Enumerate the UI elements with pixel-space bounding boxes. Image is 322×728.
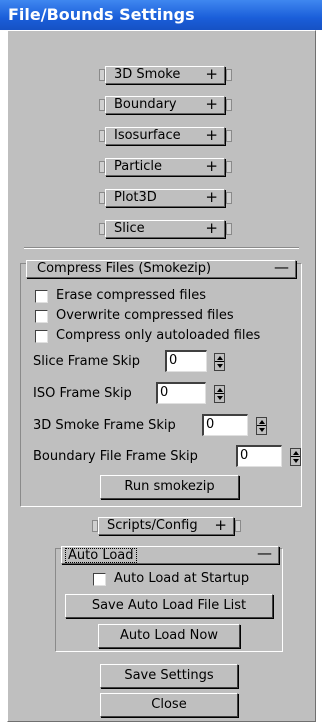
plus-icon: +: [205, 157, 218, 175]
compress-autoloaded-label: Compress only autoloaded files: [56, 328, 261, 343]
rollout-label: Slice: [114, 221, 145, 236]
window-title: File/Bounds Settings: [8, 5, 195, 24]
autoload-header[interactable]: Auto Load —: [61, 544, 279, 564]
plus-icon: +: [205, 188, 218, 206]
compress-header[interactable]: Compress Files (Smokezip) —: [26, 258, 296, 278]
autoload-now-button[interactable]: Auto Load Now: [98, 624, 240, 648]
rollout-boundary[interactable]: Boundary +: [105, 96, 225, 114]
save-settings-button[interactable]: Save Settings: [100, 664, 238, 688]
rollout-label: Boundary: [114, 97, 177, 112]
rollout-label: Plot3D: [114, 190, 157, 205]
plus-icon: +: [205, 219, 218, 237]
settings-panel: 3D Smoke + Boundary + Isosurface + Parti…: [7, 30, 316, 722]
iso-frame-skip-label: ISO Frame Skip: [33, 386, 132, 401]
rollout-right-ear: [226, 192, 232, 204]
autoload-startup-label: Auto Load at Startup: [114, 571, 250, 586]
erase-compressed-label: Erase compressed files: [56, 288, 207, 303]
window-title-bar: File/Bounds Settings: [0, 0, 322, 30]
plus-icon: +: [205, 126, 218, 144]
rollout-right-ear: [226, 223, 232, 235]
overwrite-compressed-label: Overwrite compressed files: [56, 308, 234, 323]
autoload-startup-checkbox[interactable]: [93, 573, 106, 586]
rollout-isosurface[interactable]: Isosurface +: [105, 127, 225, 145]
plus-icon: +: [214, 516, 227, 534]
rollout-particle[interactable]: Particle +: [105, 158, 225, 176]
slice-frame-skip-label: Slice Frame Skip: [33, 354, 141, 369]
boundary-frame-skip-label: Boundary File Frame Skip: [33, 449, 198, 464]
plus-icon: +: [205, 95, 218, 113]
iso-frame-skip-spinner[interactable]: [214, 385, 225, 403]
rollout-label: Isosurface: [114, 128, 181, 143]
save-autoload-list-button[interactable]: Save Auto Load File List: [65, 594, 273, 618]
iso-frame-skip-input[interactable]: 0: [156, 382, 206, 404]
boundary-frame-skip-input[interactable]: 0: [236, 445, 282, 467]
minus-icon: —: [257, 544, 272, 562]
plus-icon: +: [205, 65, 218, 83]
rollout-right-ear: [235, 520, 241, 532]
rollout-right-ear: [226, 130, 232, 142]
erase-compressed-checkbox[interactable]: [35, 290, 48, 303]
boundary-frame-skip-spinner[interactable]: [290, 448, 301, 466]
minus-icon: —: [274, 258, 289, 276]
rollout-right-ear: [226, 69, 232, 81]
compress-autoloaded-checkbox[interactable]: [35, 330, 48, 343]
rollout-right-ear: [226, 99, 232, 111]
rollout-right-ear: [226, 161, 232, 173]
rollout-3d-smoke[interactable]: 3D Smoke +: [105, 66, 225, 84]
compress-header-label: Compress Files (Smokezip): [37, 261, 212, 276]
smoke3d-frame-skip-spinner[interactable]: [256, 417, 267, 435]
slice-frame-skip-input[interactable]: 0: [165, 350, 207, 372]
smoke3d-frame-skip-label: 3D Smoke Frame Skip: [33, 418, 176, 433]
rollout-label: Scripts/Config: [107, 518, 198, 533]
separator: [24, 247, 299, 249]
close-button[interactable]: Close: [100, 693, 238, 717]
rollout-label: 3D Smoke: [114, 67, 181, 82]
smoke3d-frame-skip-input[interactable]: 0: [202, 414, 248, 436]
run-smokezip-button[interactable]: Run smokezip: [100, 475, 239, 499]
overwrite-compressed-checkbox[interactable]: [35, 310, 48, 323]
rollout-scripts-config[interactable]: Scripts/Config +: [98, 517, 234, 535]
rollout-label: Particle: [114, 159, 163, 174]
autoload-header-label: Auto Load: [65, 548, 137, 563]
rollout-slice[interactable]: Slice +: [105, 220, 225, 238]
slice-frame-skip-spinner[interactable]: [214, 353, 225, 371]
rollout-plot3d[interactable]: Plot3D +: [105, 189, 225, 207]
